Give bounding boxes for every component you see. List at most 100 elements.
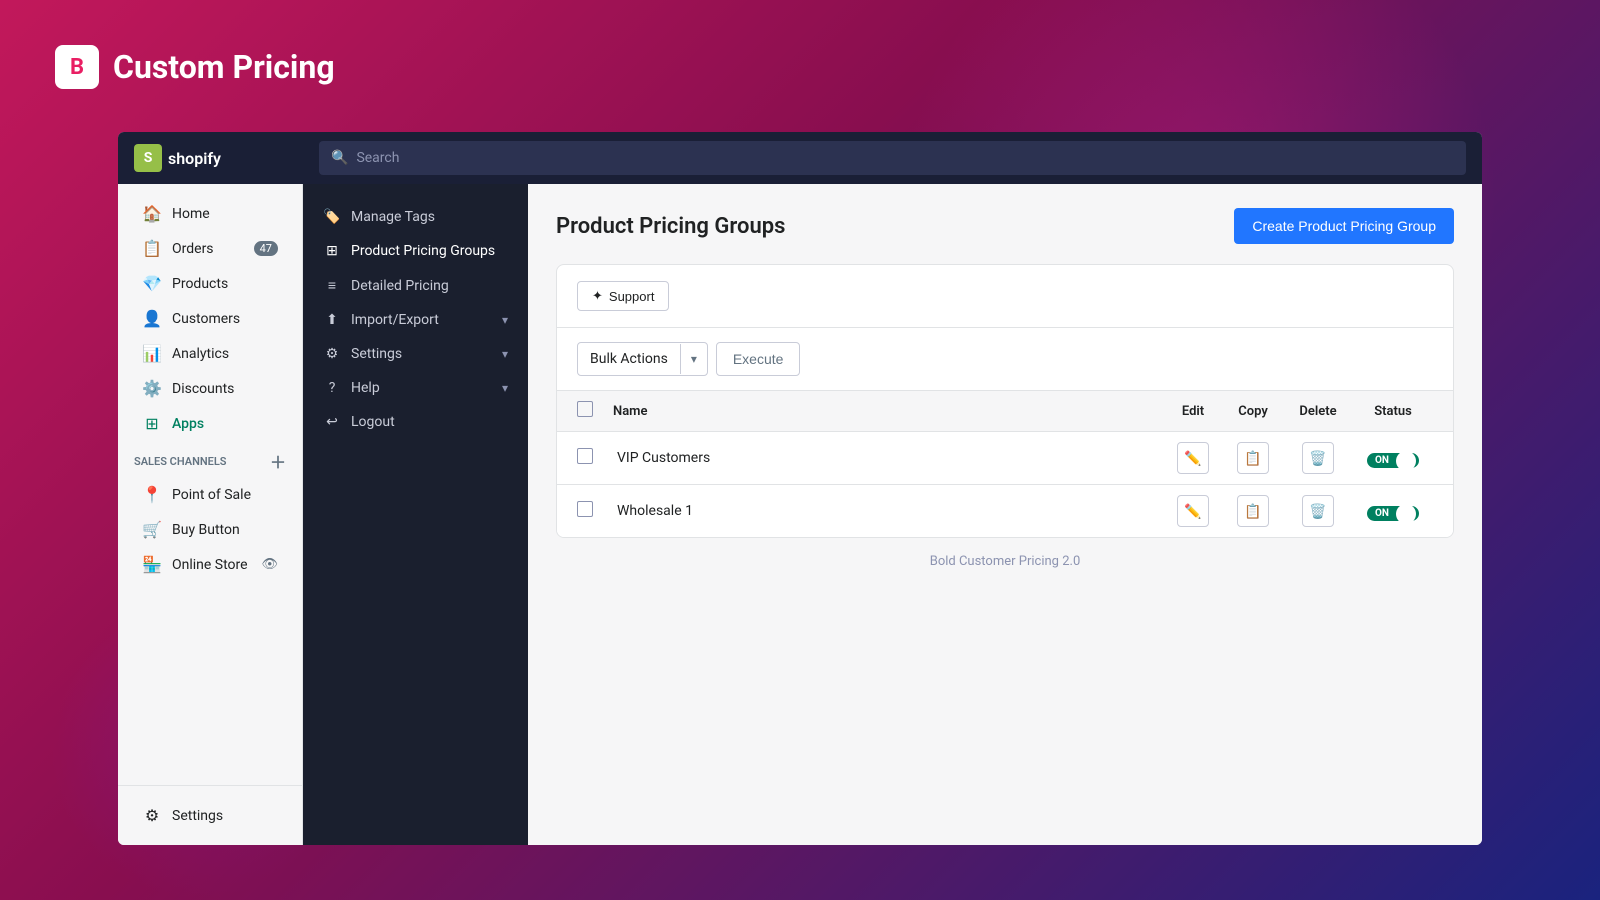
sidebar-label-customers: Customers (172, 311, 240, 327)
copy-wholesale-button[interactable]: 📋 (1237, 495, 1269, 527)
sidebar-item-apps[interactable]: ⊞ Apps (126, 406, 294, 441)
copy-wholesale-cell: 📋 (1223, 495, 1283, 527)
delete-wholesale-button[interactable]: 🗑️ (1302, 495, 1334, 527)
bulk-actions-label: Bulk Actions (578, 343, 680, 375)
submenu-label-product-pricing-groups: Product Pricing Groups (351, 243, 495, 259)
pos-icon: 📍 (142, 485, 162, 504)
sidebar-item-buy-button[interactable]: 🛒 Buy Button (126, 512, 294, 547)
sidebar-item-home[interactable]: 🏠 Home (126, 196, 294, 231)
submenu-item-settings[interactable]: ⚙ Settings ▾ (303, 337, 528, 371)
settings-icon: ⚙ (142, 806, 162, 825)
sidebar-bottom: ⚙ Settings (118, 785, 302, 845)
execute-button[interactable]: Execute (716, 342, 801, 376)
shopify-logo-icon: S (134, 144, 162, 172)
online-store-visibility-icon: 👁 (261, 557, 278, 572)
submenu: 🏷️ Manage Tags ⊞ Product Pricing Groups … (303, 184, 528, 845)
search-bar[interactable]: 🔍 Search (319, 141, 1466, 175)
orders-badge: 47 (254, 241, 278, 256)
browser-window: S shopify 🔍 Search 🏠 Home 📋 Orders 47 (118, 132, 1482, 845)
product-pricing-groups-icon: ⊞ (323, 243, 341, 259)
apps-icon: ⊞ (142, 414, 162, 433)
row-name-wholesale: Wholesale 1 (613, 503, 1163, 519)
submenu-item-detailed-pricing[interactable]: ≡ Detailed Pricing (303, 268, 528, 303)
sidebar-item-analytics[interactable]: 📊 Analytics (126, 336, 294, 371)
copy-vip-cell: 📋 (1223, 442, 1283, 474)
support-section: ✦ Support (557, 265, 1453, 328)
sidebar-item-pos[interactable]: 📍 Point of Sale (126, 477, 294, 512)
edit-wholesale-button[interactable]: ✏️ (1177, 495, 1209, 527)
delete-vip-button[interactable]: 🗑️ (1302, 442, 1334, 474)
sales-channels-header: SALES CHANNELS ＋ (118, 441, 302, 477)
footer: Bold Customer Pricing 2.0 (556, 538, 1454, 585)
import-export-icon: ⬆ (323, 312, 341, 328)
column-status-header: Status (1353, 404, 1433, 419)
page-title: Product Pricing Groups (556, 214, 785, 239)
submenu-label-logout: Logout (351, 414, 395, 430)
copy-vip-button[interactable]: 📋 (1237, 442, 1269, 474)
customers-icon: 👤 (142, 309, 162, 328)
table-header: Name Edit Copy Delete Status (557, 391, 1453, 432)
status-toggle-wholesale[interactable]: ON (1367, 506, 1419, 521)
column-edit-header: Edit (1163, 404, 1223, 419)
edit-vip-button[interactable]: ✏️ (1177, 442, 1209, 474)
row-checkbox-vip[interactable] (577, 448, 593, 464)
select-all-checkbox[interactable] (577, 401, 593, 417)
search-icon: 🔍 (331, 150, 348, 166)
support-icon: ✦ (592, 288, 603, 304)
toggle-label-vip: ON (1371, 455, 1389, 466)
sidebar-nav: 🏠 Home 📋 Orders 47 💎 Products 👤 Customer… (118, 184, 302, 785)
chevron-down-icon: ▾ (502, 313, 508, 327)
bulk-actions-select[interactable]: Bulk Actions ▾ (577, 342, 708, 376)
sidebar-item-customers[interactable]: 👤 Customers (126, 301, 294, 336)
analytics-icon: 📊 (142, 344, 162, 363)
toggle-knob-vip (1396, 451, 1416, 471)
orders-icon: 📋 (142, 239, 162, 258)
column-copy-header: Copy (1223, 404, 1283, 419)
sidebar-label-analytics: Analytics (172, 346, 229, 362)
support-button[interactable]: ✦ Support (577, 281, 669, 311)
sidebar-label-orders: Orders (172, 241, 214, 257)
edit-vip-cell: ✏️ (1163, 442, 1223, 474)
create-product-pricing-group-button[interactable]: Create Product Pricing Group (1234, 208, 1454, 244)
discounts-icon: ⚙️ (142, 379, 162, 398)
buy-button-icon: 🛒 (142, 520, 162, 539)
sidebar: 🏠 Home 📋 Orders 47 💎 Products 👤 Customer… (118, 184, 303, 845)
delete-vip-cell: 🗑️ (1283, 442, 1353, 474)
chevron-down-icon-3: ▾ (502, 381, 508, 395)
status-toggle-vip[interactable]: ON (1367, 453, 1419, 468)
row-checkbox-wholesale[interactable] (577, 501, 593, 517)
submenu-item-manage-tags[interactable]: 🏷️ Manage Tags (303, 200, 528, 234)
shopify-logo: S shopify (134, 144, 319, 172)
submenu-item-help[interactable]: ? Help ▾ (303, 371, 528, 405)
submenu-label-detailed-pricing: Detailed Pricing (351, 278, 449, 294)
column-delete-header: Delete (1283, 404, 1353, 419)
sidebar-label-buy-button: Buy Button (172, 522, 240, 538)
search-placeholder: Search (356, 150, 399, 166)
shopify-logo-text: shopify (168, 149, 221, 168)
shopify-topbar: S shopify 🔍 Search (118, 132, 1482, 184)
sidebar-item-discounts[interactable]: ⚙️ Discounts (126, 371, 294, 406)
sidebar-item-products[interactable]: 💎 Products (126, 266, 294, 301)
submenu-label-settings: Settings (351, 346, 402, 362)
app-title: Custom Pricing (113, 48, 335, 86)
logout-icon: ↩ (323, 414, 341, 430)
online-store-icon: 🏪 (142, 555, 162, 574)
status-wholesale-cell: ON (1353, 501, 1433, 521)
sales-channels-label: SALES CHANNELS (134, 455, 227, 468)
products-icon: 💎 (142, 274, 162, 293)
sidebar-item-orders[interactable]: 📋 Orders 47 (126, 231, 294, 266)
sidebar-label-discounts: Discounts (172, 381, 234, 397)
submenu-label-manage-tags: Manage Tags (351, 209, 435, 225)
submenu-item-import-export[interactable]: ⬆ Import/Export ▾ (303, 303, 528, 337)
submenu-label-help: Help (351, 380, 380, 396)
home-icon: 🏠 (142, 204, 162, 223)
help-icon: ? (323, 380, 341, 396)
submenu-item-product-pricing-groups[interactable]: ⊞ Product Pricing Groups (303, 234, 528, 268)
status-vip-cell: ON (1353, 448, 1433, 468)
bulk-actions-chevron-icon[interactable]: ▾ (680, 344, 707, 374)
sidebar-item-online-store[interactable]: 🏪 Online Store 👁 (126, 547, 294, 582)
add-sales-channel-icon[interactable]: ＋ (270, 449, 286, 473)
submenu-item-logout[interactable]: ↩ Logout (303, 405, 528, 439)
sidebar-item-settings[interactable]: ⚙ Settings (126, 798, 294, 833)
bulk-actions-area: Bulk Actions ▾ Execute (557, 328, 1453, 391)
